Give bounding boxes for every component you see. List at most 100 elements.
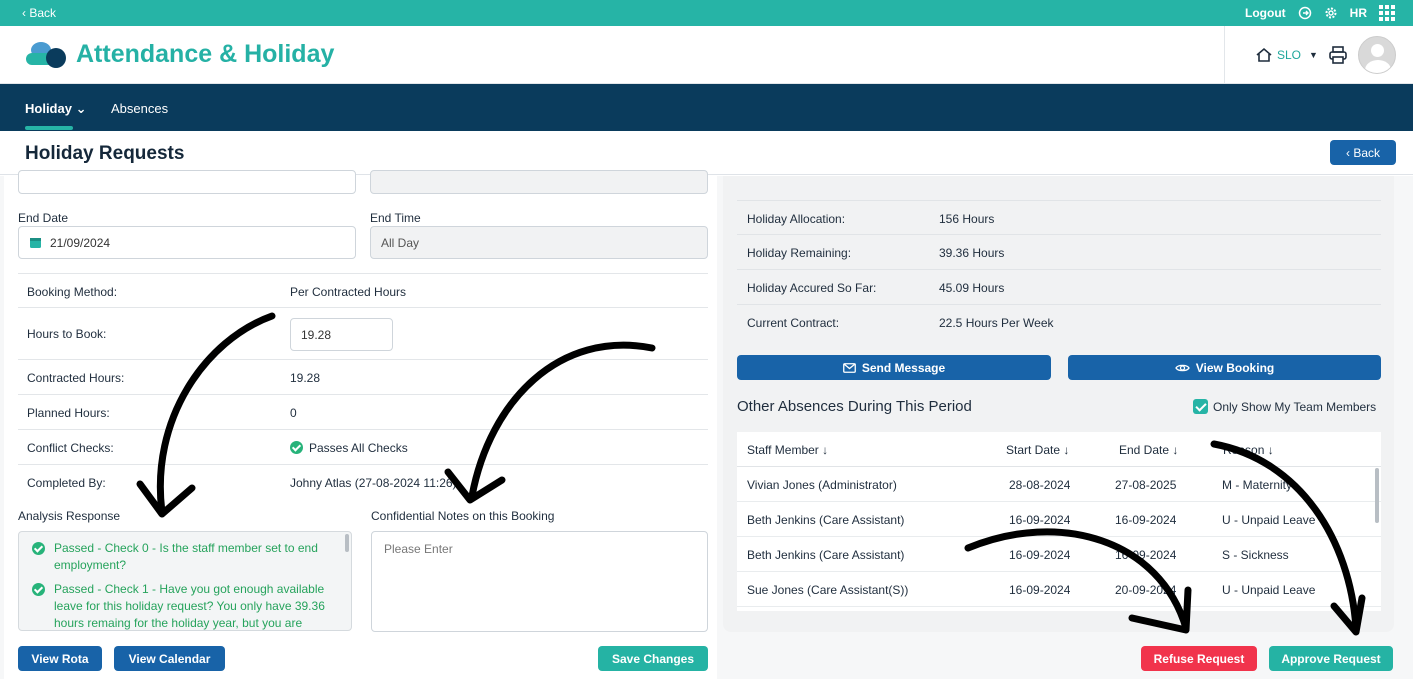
avatar[interactable] [1357, 36, 1396, 74]
apps-grid-icon[interactable] [1379, 5, 1395, 21]
table-row[interactable]: Sue Jones (Care Assistant(S)) 16-09-2024… [737, 572, 1381, 607]
cell-end: 16-09-2024 [1115, 513, 1177, 527]
cell-start: 28-08-2024 [1009, 478, 1071, 492]
absences-table: Staff Member ↓ Start Date ↓ End Date ↓ R… [737, 432, 1381, 611]
notes-label: Confidential Notes on this Booking [371, 509, 555, 523]
conflict-checks-label: Conflict Checks: [27, 441, 114, 455]
column-header-end[interactable]: End Date ↓ [1119, 443, 1178, 457]
cell-reason: S - Sickness [1222, 548, 1289, 562]
booking-method-label: Booking Method: [27, 285, 118, 299]
end-time-value: All Day [381, 235, 420, 250]
caret-down-icon: ▼ [1309, 50, 1318, 60]
check-circle-icon [32, 542, 45, 555]
column-header-staff[interactable]: Staff Member ↓ [747, 443, 828, 457]
conflict-checks-value: Passes All Checks [290, 441, 408, 455]
view-rota-button[interactable]: View Rota [18, 646, 102, 671]
summary-value: 22.5 Hours Per Week [939, 316, 1054, 330]
save-changes-button[interactable]: Save Changes [598, 646, 708, 671]
planned-hours-label: Planned Hours: [27, 406, 110, 420]
back-button[interactable]: ‹ Back [1330, 140, 1396, 165]
cell-reason: M - Maternity [1222, 478, 1293, 492]
column-header-reason[interactable]: Reason ↓ [1223, 443, 1274, 457]
main-nav: Holiday ⌄ Absences [0, 84, 1413, 131]
cell-end: 16-09-2024 [1115, 548, 1177, 562]
analysis-response-label: Analysis Response [18, 509, 121, 523]
table-row[interactable]: Beth Jenkins (Care Assistant) 16-09-2024… [737, 537, 1381, 572]
start-time-field[interactable] [370, 170, 708, 194]
app-header: Attendance & Holiday SLO ▼ [0, 26, 1413, 84]
notes-textarea[interactable]: Please Enter [371, 531, 708, 632]
cell-staff: Beth Jenkins (Care Assistant) [747, 513, 905, 527]
chevron-down-icon: ⌄ [75, 101, 87, 116]
summary-row: Holiday Remaining: 39.36 Hours [737, 235, 1381, 270]
column-header-start[interactable]: Start Date ↓ [1006, 443, 1069, 457]
contracted-hours-row: Contracted Hours: 19.28 [18, 360, 708, 395]
site-selector[interactable]: SLO ▼ [1255, 47, 1318, 63]
cell-end: 20-09-2024 [1115, 583, 1177, 597]
page-title: Holiday Requests [25, 143, 185, 164]
summary-row: Current Contract: 22.5 Hours Per Week [737, 305, 1381, 340]
analysis-item: Passed - Check 1 - Have you got enough a… [32, 581, 332, 630]
table-row[interactable]: Beth Jenkins (Care Assistant) 16-09-2024… [737, 502, 1381, 537]
scrollbar[interactable] [345, 534, 349, 552]
approve-request-button[interactable]: Approve Request [1269, 646, 1393, 671]
cell-staff: Sue Jones (Care Assistant(S)) [747, 583, 909, 597]
end-date-value: 21/09/2024 [50, 235, 111, 250]
cell-start: 16-09-2024 [1009, 548, 1071, 562]
team-only-label[interactable]: Only Show My Team Members [1213, 400, 1376, 414]
end-time-label: End Time [370, 211, 421, 225]
end-date-label: End Date [18, 211, 69, 225]
hours-to-book-input[interactable]: 19.28 [290, 318, 393, 351]
summary-value: 45.09 Hours [939, 281, 1005, 295]
app-title: Attendance & Holiday [76, 40, 335, 68]
logout-link[interactable]: Logout [1245, 6, 1286, 20]
site-label: SLO [1277, 48, 1302, 62]
top-back-link[interactable]: ‹ Back [22, 6, 56, 20]
completed-by-value: Johny Atlas (27-08-2024 11:26) [290, 476, 457, 490]
team-only-checkbox[interactable] [1193, 399, 1208, 414]
cell-start: 16-09-2024 [1009, 513, 1071, 527]
print-icon[interactable] [1328, 46, 1348, 64]
app-logo [26, 42, 66, 68]
logout-icon[interactable] [1298, 6, 1312, 20]
hours-to-book-value: 19.28 [301, 327, 332, 342]
tab-holiday[interactable]: Holiday ⌄ [25, 101, 87, 117]
planned-hours-value: 0 [290, 406, 297, 420]
cell-reason: U - Unpaid Leave [1222, 583, 1316, 597]
cell-end: 27-08-2025 [1115, 478, 1177, 492]
send-message-button[interactable]: Send Message [737, 355, 1051, 380]
user-initials[interactable]: HR [1350, 6, 1367, 20]
calendar-icon [30, 238, 41, 248]
summary-label: Holiday Remaining: [747, 246, 852, 260]
header-actions: SLO ▼ [1224, 26, 1413, 84]
end-date-field[interactable]: 21/09/2024 [18, 226, 356, 259]
page-title-bar: Holiday Requests ‹ Back [0, 131, 1413, 175]
refuse-request-button[interactable]: Refuse Request [1141, 646, 1257, 671]
conflict-checks-row: Conflict Checks: Passes All Checks [18, 430, 708, 465]
analysis-item: Passed - Check 0 - Is the staff member s… [32, 540, 332, 574]
summary-label: Holiday Accured So Far: [747, 281, 877, 295]
analysis-response-box[interactable]: Passed - Check 0 - Is the staff member s… [18, 531, 352, 631]
envelope-icon [842, 362, 856, 373]
contracted-hours-value: 19.28 [290, 371, 321, 385]
summary-value: 39.36 Hours [939, 246, 1005, 260]
gear-icon[interactable] [1324, 6, 1338, 20]
table-row[interactable]: Vivian Jones (Administrator) 28-08-2024 … [737, 467, 1381, 502]
view-calendar-button[interactable]: View Calendar [114, 646, 225, 671]
summary-label: Holiday Allocation: [747, 212, 846, 226]
view-booking-button[interactable]: View Booking [1068, 355, 1381, 380]
table-scrollbar[interactable] [1375, 468, 1379, 523]
cell-start: 16-09-2024 [1009, 583, 1071, 597]
planned-hours-row: Planned Hours: 0 [18, 395, 708, 430]
hours-to-book-row: Hours to Book: 19.28 [18, 308, 708, 360]
end-time-field[interactable]: All Day [370, 226, 708, 259]
summary-label: Current Contract: [747, 316, 840, 330]
home-icon [1256, 47, 1272, 62]
other-absences-title: Other Absences During This Period [737, 398, 972, 415]
completed-by-row: Completed By: Johny Atlas (27-08-2024 11… [18, 465, 708, 500]
check-circle-icon [290, 441, 303, 454]
check-circle-icon [32, 583, 45, 596]
tab-absences[interactable]: Absences [111, 101, 168, 116]
cell-staff: Vivian Jones (Administrator) [747, 478, 897, 492]
start-date-field[interactable] [18, 170, 356, 194]
